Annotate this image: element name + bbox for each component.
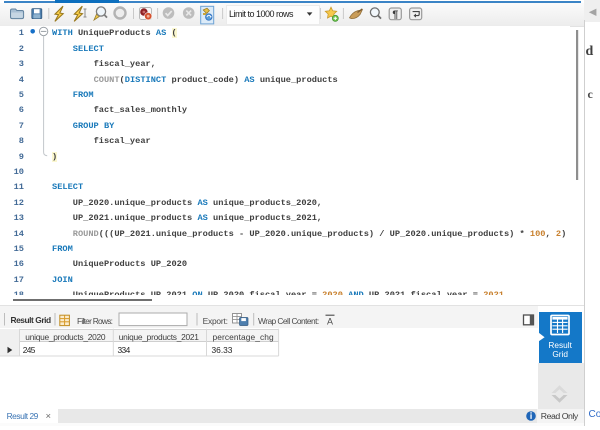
svg-text:A: A: [327, 317, 333, 327]
